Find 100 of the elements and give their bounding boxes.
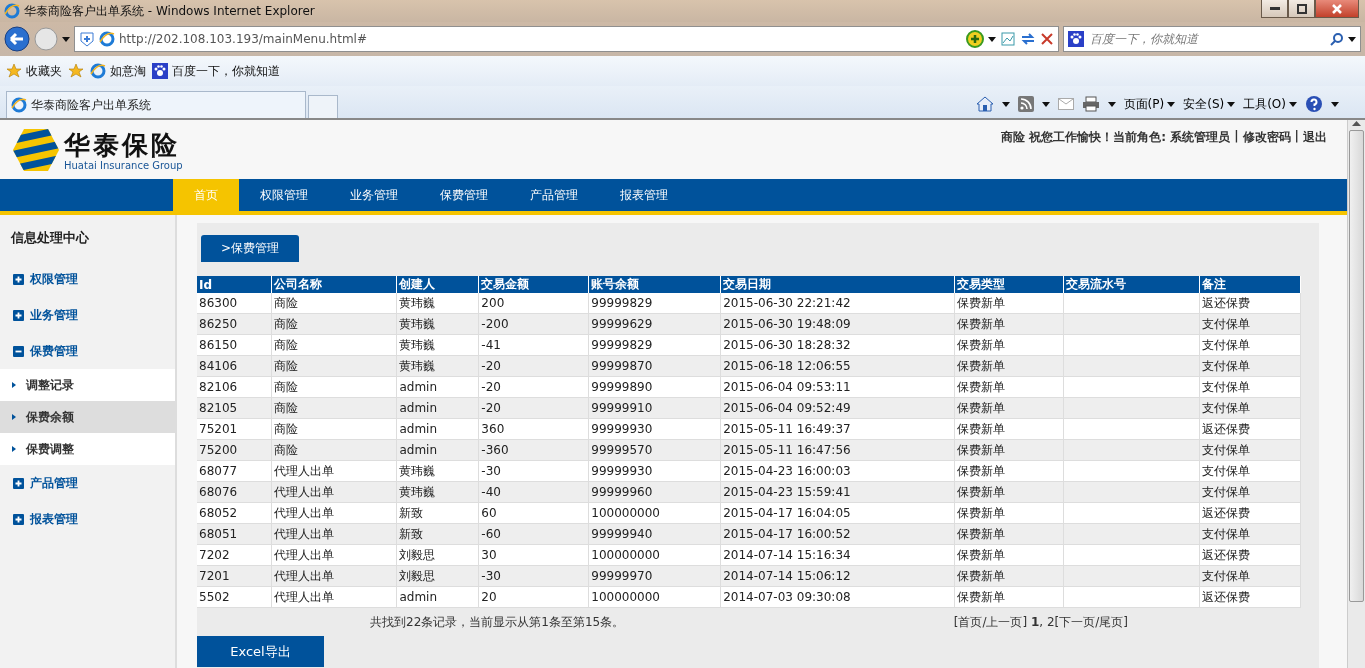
column-header: 交易金额 bbox=[478, 276, 589, 293]
table-cell: 86250 bbox=[197, 313, 272, 335]
table-cell: 68076 bbox=[197, 481, 272, 503]
paw-icon bbox=[1068, 31, 1084, 47]
table-cell: 2015-05-11 16:49:37 bbox=[720, 418, 955, 440]
stop-icon[interactable] bbox=[1040, 32, 1054, 46]
table-cell: 商险 bbox=[271, 293, 397, 314]
browser-logo-icon bbox=[99, 31, 115, 47]
nav-item[interactable]: 产品管理 bbox=[509, 179, 599, 211]
restore-icon bbox=[1296, 3, 1307, 14]
sidebar-group[interactable]: 权限管理 bbox=[0, 261, 175, 297]
caret-icon bbox=[1348, 36, 1356, 42]
column-header: 交易流水号 bbox=[1063, 276, 1200, 293]
caret-icon bbox=[1001, 101, 1010, 107]
sidebar-group[interactable]: 产品管理 bbox=[0, 465, 175, 501]
table-cell: 68077 bbox=[197, 460, 272, 482]
sidebar-group[interactable]: 报表管理 bbox=[0, 501, 175, 537]
printer-icon[interactable] bbox=[1081, 96, 1100, 112]
close-button[interactable] bbox=[1315, 0, 1359, 18]
caret-icon bbox=[1331, 101, 1339, 107]
table-cell: 2015-04-23 16:00:03 bbox=[720, 460, 955, 482]
sidebar-title: 信息处理中心 bbox=[9, 229, 90, 247]
table-cell: 75201 bbox=[197, 418, 272, 440]
column-header: 账号余额 bbox=[588, 276, 721, 293]
sidebar-group[interactable]: 业务管理 bbox=[0, 297, 175, 333]
command-menu[interactable]: 页面(P) bbox=[1123, 95, 1176, 113]
caret-icon bbox=[1041, 101, 1050, 107]
table-cell: 99999829 bbox=[588, 293, 721, 314]
favorites-button[interactable]: 收藏夹 bbox=[6, 62, 62, 80]
nav-item[interactable]: 保费管理 bbox=[419, 179, 509, 211]
table-cell: 7201 bbox=[197, 565, 272, 587]
column-header: 公司名称 bbox=[271, 276, 397, 293]
bullet-icon bbox=[12, 414, 16, 420]
table-cell: 86300 bbox=[197, 293, 272, 314]
table-cell: 7202 bbox=[197, 544, 272, 566]
table-cell: 5502 bbox=[197, 586, 272, 608]
search-box[interactable]: 百度一下，你就知道 bbox=[1063, 26, 1361, 52]
table-cell: 2015-06-04 09:52:49 bbox=[720, 397, 955, 419]
window-title: 华泰商险客户出单系统 - Windows Internet Explorer bbox=[24, 2, 316, 20]
column-header: Id bbox=[197, 276, 272, 293]
table-cell: 2015-06-30 22:21:42 bbox=[720, 293, 955, 314]
command-menu[interactable]: 工具(O) bbox=[1243, 95, 1297, 113]
help-icon[interactable] bbox=[1305, 95, 1323, 113]
pagination[interactable]: [首页/上一页] 1, 2[下一页/尾页] bbox=[953, 613, 1128, 631]
table-cell: 2015-04-17 16:04:05 bbox=[720, 502, 955, 524]
sidebar-item[interactable]: 调整记录 bbox=[0, 369, 175, 401]
nav-item[interactable]: 权限管理 bbox=[239, 179, 329, 211]
home-icon[interactable] bbox=[975, 96, 994, 112]
plus-circle-icon[interactable] bbox=[966, 30, 984, 48]
header-link[interactable]: 修改密码 bbox=[1242, 129, 1291, 146]
column-header: 交易日期 bbox=[720, 276, 955, 293]
scrollbar[interactable] bbox=[1347, 120, 1365, 668]
logo-text: 华泰保险 bbox=[64, 129, 181, 160]
favorite-link[interactable]: 如意淘 bbox=[90, 62, 146, 80]
table-cell: 2015-06-30 19:48:09 bbox=[720, 313, 955, 335]
logo-subtitle: Huatai Insurance Group bbox=[64, 159, 183, 171]
separator-text: | bbox=[1294, 129, 1299, 145]
address-field[interactable]: http://202.108.103.193/mainMenu.html# bbox=[74, 26, 1059, 52]
restore-button[interactable] bbox=[1288, 0, 1315, 18]
sidebar-item[interactable]: 保费余额 bbox=[0, 401, 175, 433]
column-header: 备注 bbox=[1199, 276, 1301, 293]
caret-icon bbox=[988, 36, 996, 42]
bullet-icon bbox=[12, 446, 16, 452]
refresh-icon[interactable] bbox=[1020, 31, 1036, 47]
browser-logo-icon bbox=[90, 63, 106, 79]
bullet-icon bbox=[12, 382, 16, 388]
search-icon[interactable] bbox=[1330, 32, 1344, 46]
table-cell: 2015-06-18 12:06:55 bbox=[720, 355, 955, 377]
search-field[interactable]: 百度一下，你就知道 bbox=[1088, 31, 1326, 47]
export-button[interactable]: Excel导出 bbox=[197, 636, 324, 667]
table-cell: 黄玮巍 bbox=[396, 293, 479, 314]
plus-icon bbox=[79, 31, 95, 47]
table-cell: 保费新单 bbox=[954, 293, 1064, 314]
table-cell: 82106 bbox=[197, 376, 272, 398]
caret-icon bbox=[1289, 101, 1297, 107]
nav-item[interactable]: 业务管理 bbox=[329, 179, 419, 211]
table-cell: 返还保费 bbox=[1199, 293, 1301, 314]
table-cell: 2015-06-30 18:28:32 bbox=[720, 334, 955, 356]
command-menu[interactable]: 安全(S) bbox=[1183, 95, 1236, 113]
table-cell: 68052 bbox=[197, 502, 272, 524]
separator-text: | bbox=[1234, 129, 1239, 145]
column-header: 创建人 bbox=[396, 276, 479, 293]
favorite-link[interactable]: 百度一下，你就知道 bbox=[152, 62, 280, 80]
close-icon bbox=[1332, 3, 1342, 14]
record-summary: 共找到22条记录，当前显示从第1条至第15条。 bbox=[370, 613, 625, 631]
nav-item[interactable]: 报表管理 bbox=[599, 179, 689, 211]
table-cell: 200 bbox=[478, 293, 589, 314]
browser-logo-icon bbox=[4, 3, 20, 19]
feed-icon[interactable] bbox=[1017, 96, 1034, 112]
back-button[interactable] bbox=[4, 26, 30, 52]
caret-icon bbox=[1107, 101, 1116, 107]
sidebar-item[interactable]: 保费调整 bbox=[0, 433, 175, 465]
header-link[interactable]: 退出 bbox=[1303, 129, 1327, 146]
add-favorite-icon bbox=[68, 63, 84, 79]
sidebar-group[interactable]: 保费管理 bbox=[0, 333, 175, 369]
browser-tab[interactable]: 华泰商险客户出单系统 bbox=[6, 91, 306, 118]
table-cell: 2015-05-11 16:47:56 bbox=[720, 439, 955, 461]
compatibility-icon[interactable] bbox=[1000, 31, 1016, 47]
minimize-button[interactable] bbox=[1261, 0, 1288, 18]
caret-icon bbox=[62, 36, 70, 42]
